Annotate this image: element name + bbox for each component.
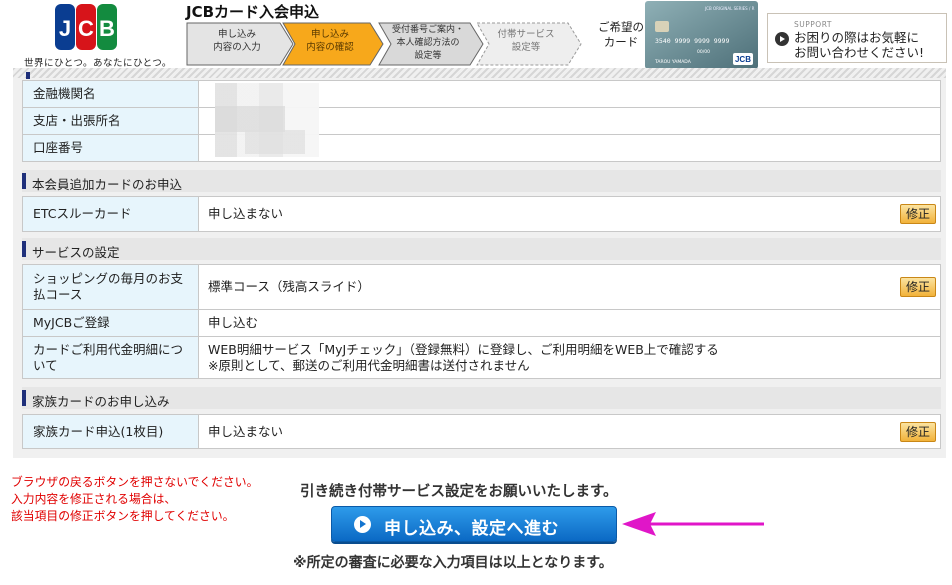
page-title: JCBカード入会申込 xyxy=(186,3,320,21)
step-services: 付帯サービス 設定等 xyxy=(476,22,582,66)
logo-tagline: 世界にひとつ。あなたにひとつ。 xyxy=(24,58,172,69)
section-title: 家族カードのお申し込み xyxy=(32,394,170,409)
statement-label: カードご利用代金明細について xyxy=(22,336,199,379)
support-tag: SUPPORT xyxy=(794,20,832,29)
confirmation-panel: 金融機関名 支店・出張所名 口座番号 本会員追加カードのお申込 ETCスルーカー… xyxy=(13,68,946,458)
account-number-label: 口座番号 xyxy=(22,134,199,162)
statement-value: WEB明細サービス「MyJチェック」（登録無料）に登録し、ご利用明細をWEB上で… xyxy=(208,341,719,357)
card-brand-line: JCB ORIGINAL SERIES / R xyxy=(704,6,755,11)
branch-name-label: 支店・出張所名 xyxy=(22,107,199,135)
payment-course-cell: 標準コース（残高スライド） 修正 xyxy=(198,264,941,310)
step-label: 受付番号ご案内・ 本人確認方法の 設定等 xyxy=(391,25,464,61)
proceed-button-label: 申し込み、設定へ進む xyxy=(384,519,559,539)
card-number: 3540 9999 9999 9999 xyxy=(655,37,729,45)
card-image: JCB ORIGINAL SERIES / R 3540 9999 9999 9… xyxy=(645,1,758,69)
statement-note: ※原則として、郵送のご利用代金明細書は送付されません xyxy=(208,357,530,373)
step-confirm: 申し込み 内容の確認 xyxy=(282,22,384,66)
table-row: 家族カード申込(1枚目) 申し込まない 修正 xyxy=(22,414,941,449)
myjcb-label: MyJCBご登録 xyxy=(22,309,199,337)
section-bar-stub xyxy=(26,72,30,79)
play-icon xyxy=(775,32,789,46)
card-expiry: 00/00 xyxy=(697,49,710,55)
svg-text:B: B xyxy=(99,16,115,41)
step-receipt: 受付番号ご案内・ 本人確認方法の 設定等 xyxy=(378,22,484,66)
payment-course-label: ショッピングの毎月のお支払コース xyxy=(22,264,199,310)
family-card-label: 家族カード申込(1枚目) xyxy=(22,414,199,449)
services-table: ショッピングの毎月のお支払コース 標準コース（残高スライド） 修正 MyJCBご… xyxy=(22,264,941,379)
section-title: 本会員追加カードのお申込 xyxy=(32,177,183,192)
table-row: 口座番号 xyxy=(22,134,941,162)
svg-text:J: J xyxy=(59,16,71,41)
section-header-additional-card: 本会員追加カードのお申込 xyxy=(22,170,941,192)
required-fields-note: ※所定の審査に必要な入力項目は以上となります。 xyxy=(293,555,613,571)
etc-card-value: 申し込まない xyxy=(208,206,284,221)
step-input: 申し込み 内容の入力 xyxy=(186,22,294,66)
support-text: お困りの際はお気軽に お問い合わせください! xyxy=(794,30,925,60)
table-row: カードご利用代金明細について WEB明細サービス「MyJチェック」（登録無料）に… xyxy=(22,336,941,379)
etc-card-cell: 申し込まない 修正 xyxy=(198,196,941,232)
family-card-table: 家族カード申込(1枚目) 申し込まない 修正 xyxy=(22,414,941,449)
pointer-arrow-icon xyxy=(622,512,764,536)
payment-course-value: 標準コース（残高スライド） xyxy=(208,279,370,294)
card-caption: ご希望の カード xyxy=(598,20,644,49)
edit-payment-course-button[interactable]: 修正 xyxy=(900,277,936,297)
etc-card-label: ETCスルーカード xyxy=(22,196,199,232)
table-row: ETCスルーカード 申し込まない 修正 xyxy=(22,196,941,232)
edit-etc-card-button[interactable]: 修正 xyxy=(900,204,936,224)
continue-message: 引き続き付帯サービス設定をお願いいたします。 xyxy=(300,484,618,500)
play-icon xyxy=(354,516,371,533)
bank-name-label: 金融機関名 xyxy=(22,80,199,108)
back-button-warning: ブラウザの戻るボタンを押さないでください。 入力内容を修正される場合は、 該当項… xyxy=(11,475,259,523)
statement-cell: WEB明細サービス「MyJチェック」（登録無料）に登録し、ご利用明細をWEB上で… xyxy=(198,336,941,379)
family-card-cell: 申し込まない 修正 xyxy=(198,414,941,449)
family-card-value: 申し込まない xyxy=(208,423,284,439)
step-label: 申し込み 内容の確認 xyxy=(306,29,354,53)
redacted-value xyxy=(215,106,285,132)
section-header-services: サービスの設定 xyxy=(22,238,941,260)
card-holder: TAROU YAMADA xyxy=(654,59,692,65)
divider xyxy=(13,68,946,78)
edit-family-card-button[interactable]: 修正 xyxy=(900,421,936,442)
additional-card-table: ETCスルーカード 申し込まない 修正 xyxy=(22,196,941,232)
redacted-value xyxy=(245,130,305,154)
card-logo: JCB xyxy=(735,55,751,64)
table-row: 金融機関名 xyxy=(22,80,941,108)
progress-steps: 申し込み 内容の入力 申し込み 内容の確認 受付番号ご案内・ 本人確認方法の 設… xyxy=(186,22,582,66)
step-label: 申し込み 内容の入力 xyxy=(213,29,261,53)
jcb-logo: J C B xyxy=(55,4,117,50)
svg-text:C: C xyxy=(78,16,94,41)
page-header: J C B 世界にひとつ。あなたにひとつ。 JCBカード入会申込 申し込み 内容… xyxy=(0,0,952,69)
bank-table: 金融機関名 支店・出張所名 口座番号 xyxy=(22,80,941,162)
table-row: ショッピングの毎月のお支払コース 標準コース（残高スライド） 修正 xyxy=(22,264,941,310)
proceed-to-settings-button[interactable]: 申し込み、設定へ進む xyxy=(331,506,617,542)
step-label: 付帯サービス 設定等 xyxy=(497,29,555,53)
table-row: 支店・出張所名 xyxy=(22,107,941,135)
myjcb-value: 申し込む xyxy=(198,309,941,337)
support-link[interactable]: SUPPORT お困りの際はお気軽に お問い合わせください! xyxy=(767,13,947,63)
section-title: サービスの設定 xyxy=(32,245,120,260)
section-header-family-card: 家族カードのお申し込み xyxy=(22,387,941,409)
table-row: MyJCBご登録 申し込む xyxy=(22,309,941,337)
